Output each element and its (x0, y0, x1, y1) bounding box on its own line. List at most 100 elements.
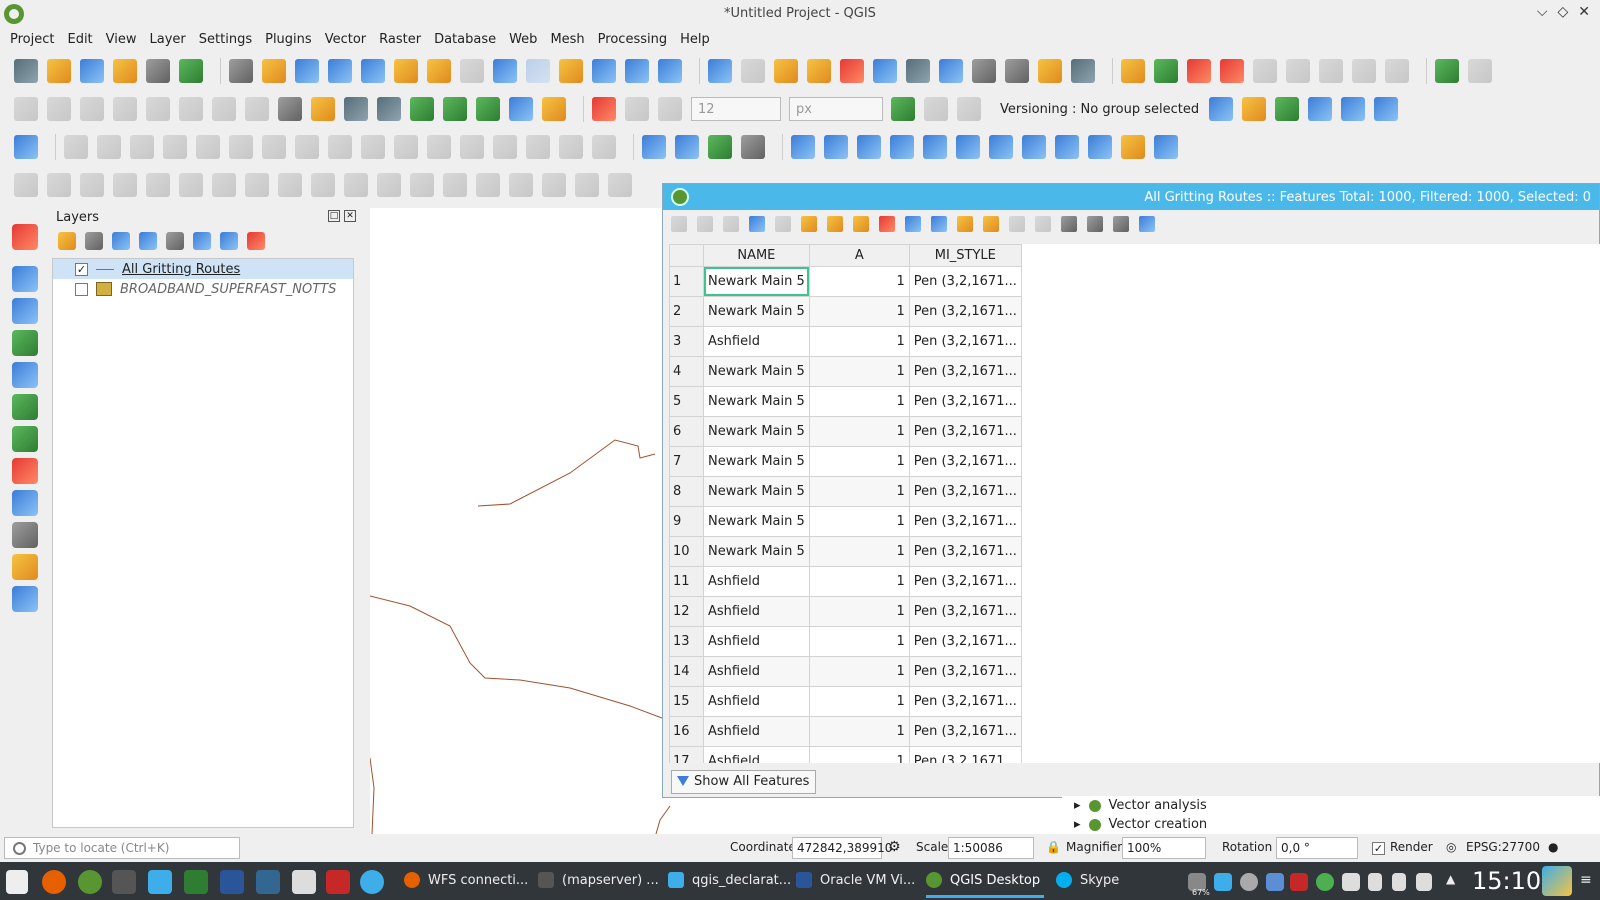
table-icon[interactable] (1154, 135, 1178, 159)
globe-icon[interactable] (1022, 135, 1046, 159)
scale-combobox[interactable]: 1:50086 (948, 837, 1034, 859)
plugin-tool-2-icon[interactable] (1468, 59, 1492, 83)
cell-name[interactable]: Ashfield (703, 746, 810, 763)
info-icon[interactable] (12, 330, 38, 356)
remove-layer-icon[interactable] (247, 232, 265, 250)
firefox-icon[interactable] (42, 870, 66, 894)
column-header-a[interactable]: A (808, 244, 910, 267)
wifi-icon[interactable] (1342, 873, 1360, 891)
attribute-table-icon[interactable] (873, 59, 897, 83)
table-row[interactable]: 3 Ashfield 1 Pen (3,2,1671... (669, 326, 1022, 357)
manage-visibility-icon[interactable] (112, 232, 130, 250)
column-header-name[interactable]: NAME (703, 244, 810, 267)
add-feature-icon[interactable] (328, 135, 352, 159)
modify-attr-icon[interactable] (394, 135, 418, 159)
text-editor-icon[interactable] (292, 870, 316, 894)
digitize-6-icon[interactable] (179, 97, 203, 121)
cell-name[interactable]: Newark Main 5 (703, 506, 810, 537)
table-row[interactable]: 8 Newark Main 5 1 Pen (3,2,1671... (669, 476, 1022, 507)
table-row[interactable]: 13 Ashfield 1 Pen (3,2,1671... (669, 626, 1022, 657)
column-header-mi-style[interactable]: MI_STYLE (908, 244, 1022, 267)
table-row[interactable]: 12 Ashfield 1 Pen (3,2,1671... (669, 596, 1022, 627)
shape-tool-icon[interactable] (12, 490, 38, 516)
web-icon[interactable] (1055, 135, 1079, 159)
dock-icon[interactable] (1139, 216, 1155, 232)
paste-icon[interactable] (526, 135, 550, 159)
cell-mi-style[interactable]: Pen (3,2,1671... (908, 536, 1022, 567)
adv-digitize-5-icon[interactable] (146, 173, 170, 197)
zoom-next-icon[interactable] (526, 59, 550, 83)
pgadmin-icon[interactable] (256, 870, 280, 894)
digitize-8-icon[interactable] (245, 97, 269, 121)
digitize-4-icon[interactable] (113, 97, 137, 121)
table-row[interactable]: 6 Newark Main 5 1 Pen (3,2,1671... (669, 416, 1022, 447)
new-map-view-icon[interactable] (559, 59, 583, 83)
menu-settings[interactable]: Settings (195, 28, 256, 52)
cell-mi-style[interactable]: Pen (3,2,1671... (908, 566, 1022, 597)
adv-digitize-12-icon[interactable] (377, 173, 401, 197)
reload-icon[interactable] (749, 216, 765, 232)
add-wfs-icon[interactable] (989, 135, 1013, 159)
row-header[interactable]: 1 (669, 266, 704, 297)
row-header[interactable]: 17 (669, 746, 704, 763)
adv-digitize-3-icon[interactable] (80, 173, 104, 197)
close-icon[interactable]: ✕ (1578, 4, 1590, 20)
adv-digitize-17-icon[interactable] (542, 173, 566, 197)
chevron-right-icon[interactable] (12, 298, 38, 324)
table-row[interactable]: 14 Ashfield 1 Pen (3,2,1671... (669, 656, 1022, 687)
deselect-icon[interactable] (840, 59, 864, 83)
version-edit-icon[interactable] (1308, 97, 1333, 121)
edit-2-icon[interactable] (262, 135, 286, 159)
table-row[interactable]: 2 Newark Main 5 1 Pen (3,2,1671... (669, 296, 1022, 327)
shape-3-icon[interactable] (130, 135, 154, 159)
adv-digitize-8-icon[interactable] (245, 173, 269, 197)
adv-digitize-11-icon[interactable] (344, 173, 368, 197)
new-field-icon[interactable] (1009, 216, 1025, 232)
open-project-icon[interactable] (47, 59, 71, 83)
select-by-value-icon[interactable] (807, 59, 831, 83)
row-header[interactable]: 11 (669, 566, 704, 597)
grid-icon[interactable] (278, 97, 302, 121)
cell-mi-style[interactable]: Pen (3,2,1671... (908, 596, 1022, 627)
version-layer-icon[interactable] (1242, 97, 1267, 121)
delete-selected-icon[interactable] (427, 135, 451, 159)
writer-icon[interactable] (220, 870, 244, 894)
undo-icon[interactable] (559, 135, 583, 159)
cell-name[interactable]: Newark Main 5 (703, 386, 810, 417)
move-diagram-icon[interactable] (1352, 59, 1376, 83)
add-feature-icon[interactable] (775, 216, 791, 232)
menu-help[interactable]: Help (676, 28, 714, 52)
move-label-icon[interactable] (1253, 59, 1277, 83)
remote-desktop-icon[interactable] (360, 870, 384, 894)
zoom-native-icon[interactable] (460, 59, 484, 83)
adv-digitize-icon[interactable] (14, 173, 38, 197)
adv-digitize-15-icon[interactable] (476, 173, 500, 197)
digitize-icon[interactable] (14, 97, 38, 121)
python-icon[interactable] (12, 266, 38, 292)
vector-tool-icon[interactable] (791, 135, 815, 159)
close-panel-icon[interactable]: ✕ (344, 210, 356, 222)
digitize-2-icon[interactable] (47, 97, 71, 121)
adv-digitize-4-icon[interactable] (113, 173, 137, 197)
save-edits-icon[interactable] (295, 135, 319, 159)
prev-inter-icon[interactable] (12, 522, 38, 548)
menu-view[interactable]: View (102, 28, 141, 52)
cell-name[interactable]: Ashfield (703, 716, 810, 747)
cell-mi-style[interactable]: Pen (3,2,1671... (908, 356, 1022, 387)
version-commit-icon[interactable] (1374, 97, 1399, 121)
refresh-tool-icon[interactable] (12, 586, 38, 612)
layer-stack-icon[interactable] (542, 97, 566, 121)
select-features-icon[interactable] (774, 59, 798, 83)
redo-icon[interactable] (592, 135, 616, 159)
zoom-in-icon[interactable] (295, 59, 319, 83)
task-mapserver[interactable]: (mapserver) ... (538, 872, 659, 888)
cell-mi-style[interactable]: Pen (3,2,1671... (908, 296, 1022, 327)
updates-icon[interactable] (1240, 873, 1258, 891)
cell-name[interactable]: Newark Main 5 (703, 536, 810, 567)
filter-legend-icon[interactable] (139, 232, 157, 250)
menu-mesh[interactable]: Mesh (546, 28, 588, 52)
cell-name[interactable]: Newark Main 5 (703, 416, 810, 447)
zoom-full-icon[interactable] (361, 59, 385, 83)
vertex-icon[interactable] (658, 97, 682, 121)
zoom-last-icon[interactable] (493, 59, 517, 83)
